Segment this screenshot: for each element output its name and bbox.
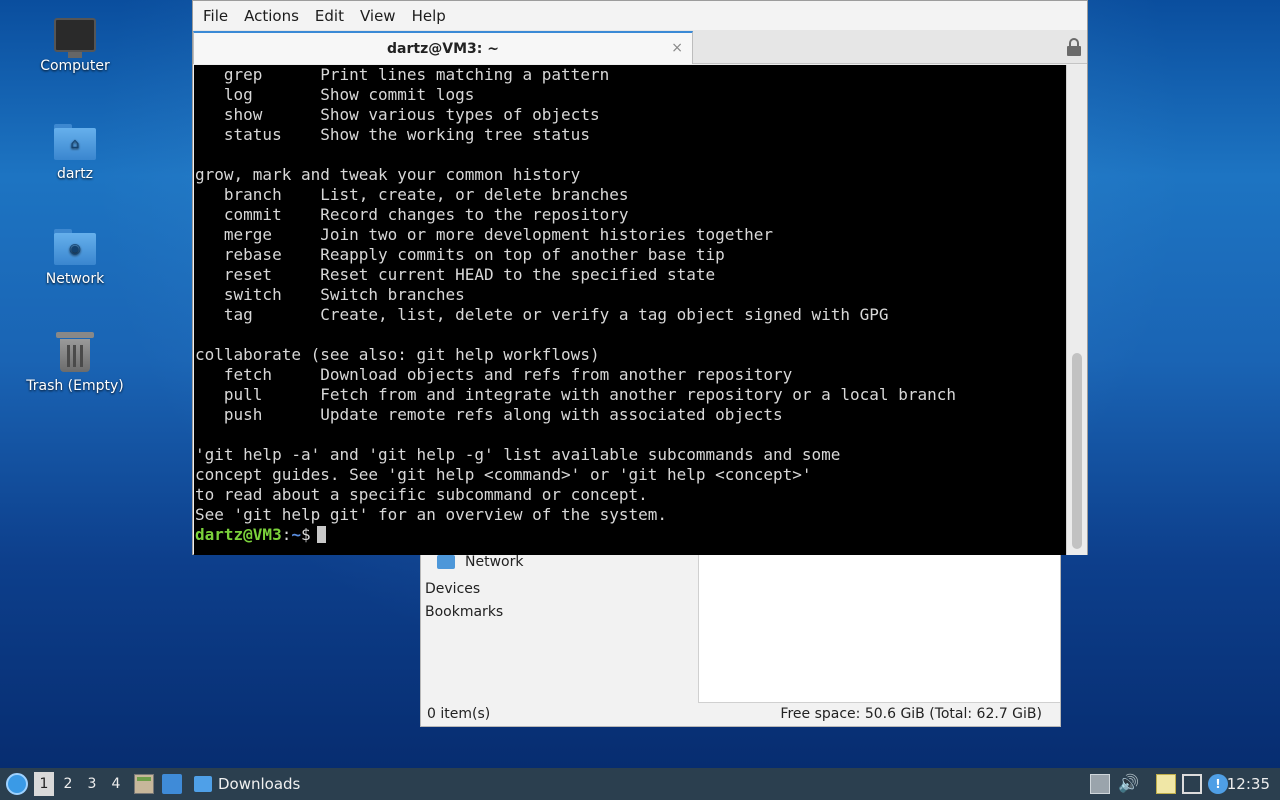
prompt-path: ~ (291, 525, 301, 544)
terminal-line: to read about a specific subcommand or c… (195, 485, 648, 504)
sidebar-section-devices[interactable]: Devices (425, 581, 480, 597)
terminal-line: See 'git help git' for an overview of th… (195, 505, 668, 524)
terminal-line: grow, mark and tweak your common history (195, 165, 581, 184)
volume-icon[interactable]: 🔊 (1118, 774, 1139, 794)
terminal-line: push Update remote refs along with assoc… (195, 405, 783, 424)
trash-icon (20, 332, 130, 372)
network-folder-icon (437, 555, 455, 569)
terminal-line: concept guides. See 'git help <command>'… (195, 465, 812, 484)
menu-view[interactable]: View (352, 7, 404, 25)
desktop-icon-computer[interactable]: Computer (20, 18, 130, 74)
terminal-line: status Show the working tree status (195, 125, 590, 144)
sidebar-section-bookmarks[interactable]: Bookmarks (425, 604, 503, 620)
workspace-2[interactable]: 2 (58, 772, 78, 796)
desktop-icon-trash[interactable]: Trash (Empty) (20, 332, 130, 394)
clock[interactable]: 12:35 (1227, 768, 1270, 800)
file-view-pane[interactable] (698, 541, 1060, 703)
tray-notification-icon[interactable] (1090, 774, 1110, 794)
item-count: 0 item(s) (427, 706, 491, 722)
update-notifier-icon[interactable]: ! (1208, 774, 1228, 794)
network-folder-icon: ◉ (20, 229, 130, 265)
desktop-icon-network[interactable]: ◉ Network (20, 229, 130, 287)
terminal-line: collaborate (see also: git help workflow… (195, 345, 600, 364)
lock-icon[interactable] (1067, 38, 1081, 56)
terminal-line: rebase Reapply commits on top of another… (195, 245, 725, 264)
terminal-scrollbar[interactable] (1066, 65, 1087, 555)
desktop-icon-label: dartz (56, 166, 94, 182)
desktop-icon-label: Computer (40, 58, 110, 74)
tab-title: dartz@VM3: ~ (387, 40, 499, 57)
prompt-symbol: $ (300, 525, 311, 544)
terminal-prompt: dartz@VM3:~$ (195, 525, 956, 545)
home-folder-icon: ⌂ (20, 124, 130, 160)
terminal-line: log Show commit logs (195, 85, 475, 104)
terminal-line: 'git help -a' and 'git help -g' list ava… (195, 445, 841, 464)
scrollbar-thumb[interactable] (1072, 353, 1082, 549)
terminal-text: grep Print lines matching a pattern log … (195, 65, 956, 545)
menu-file[interactable]: File (195, 7, 236, 25)
terminal-line: show Show various types of objects (195, 105, 600, 124)
desktop-icon-label: Network (45, 271, 105, 287)
terminal-line: tag Create, list, delete or verify a tag… (195, 305, 889, 324)
desktop-icon-label: Trash (Empty) (26, 378, 124, 394)
prompt-separator: : (281, 525, 292, 544)
terminal-line: branch List, create, or delete branches (195, 185, 629, 204)
show-desktop-icon[interactable] (162, 774, 182, 794)
taskbar: 1 2 3 4 Downloads 🔊 ! 12:35 (0, 768, 1280, 800)
file-manager-window: Network Devices Bookmarks 0 item(s) Free… (420, 540, 1061, 727)
workspace-3[interactable]: 3 (82, 772, 102, 796)
terminal-output[interactable]: grep Print lines matching a pattern log … (194, 65, 1066, 555)
workspace-1[interactable]: 1 (34, 772, 54, 796)
sidebar-item-label: Network (465, 554, 524, 570)
terminal-line: grep Print lines matching a pattern (195, 65, 610, 84)
menu-help[interactable]: Help (404, 7, 454, 25)
clipboard-icon[interactable] (1156, 774, 1176, 794)
close-icon[interactable]: × (671, 40, 683, 56)
terminal-line: pull Fetch from and integrate with anoth… (195, 385, 956, 404)
terminal-line: merge Join two or more development histo… (195, 225, 773, 244)
terminal-window: File Actions Edit View Help dartz@VM3: ~… (192, 0, 1088, 555)
desktop-icon-home[interactable]: ⌂ dartz (20, 124, 130, 182)
folder-icon (194, 776, 212, 792)
workspace-4[interactable]: 4 (106, 772, 126, 796)
app-menu-icon[interactable] (6, 773, 28, 795)
tab-terminal[interactable]: dartz@VM3: ~ × (193, 31, 693, 64)
network-icon[interactable] (1182, 774, 1202, 794)
menu-bar: File Actions Edit View Help (193, 1, 1087, 30)
terminal-line: reset Reset current HEAD to the specifie… (195, 265, 716, 284)
prompt-user: dartz@VM3 (195, 525, 282, 544)
text-cursor (316, 526, 326, 543)
sidebar-item-network[interactable]: Network (437, 554, 523, 570)
task-label: Downloads (218, 775, 301, 793)
file-manager-sidebar: Network Devices Bookmarks (421, 541, 698, 703)
menu-edit[interactable]: Edit (307, 7, 352, 25)
terminal-line: commit Record changes to the repository (195, 205, 629, 224)
terminal-line: fetch Download objects and refs from ano… (195, 365, 793, 384)
computer-icon (20, 18, 130, 58)
menu-actions[interactable]: Actions (236, 7, 307, 25)
status-bar: 0 item(s) Free space: 50.6 GiB (Total: 6… (421, 702, 1060, 726)
file-manager-launcher-icon[interactable] (134, 774, 154, 794)
terminal-line: switch Switch branches (195, 285, 465, 304)
task-downloads[interactable]: Downloads (194, 772, 300, 796)
free-space: Free space: 50.6 GiB (Total: 62.7 GiB) (780, 706, 1042, 722)
tab-bar: dartz@VM3: ~ × (193, 30, 1087, 64)
